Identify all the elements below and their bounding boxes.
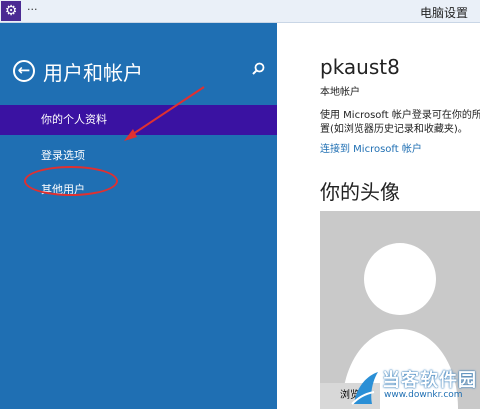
account-description: 使用 Microsoft 帐户登录可在你的所 置(如浏览器历史记录和收藏夹)。 — [320, 109, 480, 137]
sidebar-item-profile[interactable]: 你的个人资料 — [0, 105, 277, 135]
gear-icon[interactable]: ⚙ — [1, 1, 21, 21]
annotation-ellipse — [24, 166, 118, 196]
title-bar-menu[interactable]: ··· — [27, 3, 38, 16]
back-arrow-icon[interactable]: ← — [13, 60, 35, 82]
description-line: 使用 Microsoft 帐户登录可在你的所 — [320, 110, 480, 121]
sidebar-item-label: 你的个人资料 — [41, 113, 107, 126]
watermark-logo: 当客软件园 www.downkr.com — [348, 366, 480, 409]
watermark-logo-icon — [351, 372, 378, 405]
window-title: 电脑设置 — [419, 6, 468, 20]
user-name: pkaust8 — [320, 55, 400, 79]
search-icon[interactable] — [250, 61, 266, 77]
watermark-text: 当客软件园 — [382, 370, 477, 391]
content-pane: pkaust8 本地帐户 使用 Microsoft 帐户登录可在你的所 置(如浏… — [277, 23, 480, 409]
account-type: 本地帐户 — [320, 87, 360, 98]
avatar-heading: 你的头像 — [320, 180, 400, 204]
page-title: 用户和帐户 — [43, 61, 143, 85]
sidebar-item-label: 登录选项 — [41, 149, 85, 162]
watermark-url: www.downkr.com — [384, 390, 463, 400]
connect-microsoft-account-link[interactable]: 连接到 Microsoft 帐户 — [320, 140, 422, 155]
description-line: 置(如浏览器历史记录和收藏夹)。 — [320, 124, 468, 135]
settings-nav-pane: ← 用户和帐户 你的个人资料 登录选项 其他用户 — [0, 23, 277, 409]
sidebar-item-sign-in-options[interactable]: 登录选项 — [0, 141, 277, 171]
title-bar: ⚙ ··· 电脑设置 — [0, 0, 480, 23]
